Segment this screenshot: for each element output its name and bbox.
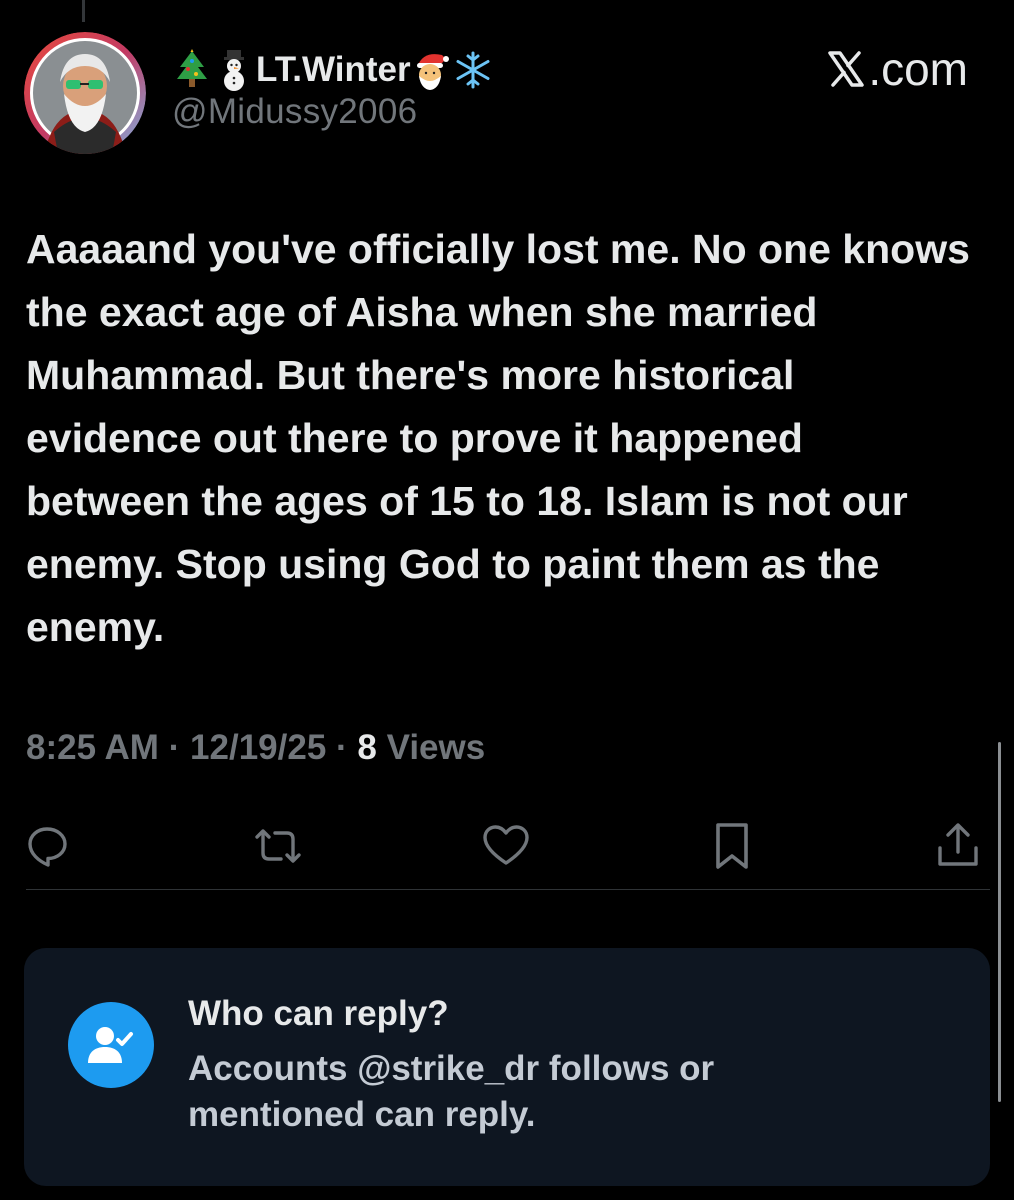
person-check-icon (68, 1002, 154, 1088)
reply-settings-description: Accounts @strike_dr follows or mentioned… (188, 1049, 715, 1134)
repost-arrows-icon (255, 829, 301, 863)
meta-separator: · (336, 728, 348, 767)
avatar[interactable] (24, 32, 146, 154)
brand-label: .com (868, 43, 968, 95)
like-button[interactable] (478, 818, 534, 874)
author-handle[interactable]: @Midussy2006 (172, 92, 417, 132)
scrollbar-thumb[interactable] (998, 742, 1001, 1102)
tweet-body-text: Aaaaand you've officially lost me. No on… (26, 226, 982, 650)
santa-claus-icon (411, 48, 451, 92)
bookmark-button[interactable] (704, 818, 760, 874)
repost-button[interactable] (250, 818, 306, 874)
snowman-icon (214, 48, 254, 92)
tweet-action-bar (0, 818, 1014, 874)
reply-button[interactable] (20, 818, 76, 874)
tweet-time[interactable]: 8:25 AM (26, 728, 159, 767)
x-logo-icon (828, 51, 865, 87)
heart-icon (483, 825, 529, 865)
tweet-date[interactable]: 12/19/25 (190, 728, 326, 767)
author-display-name[interactable]: LT.Winter (172, 42, 495, 98)
author-name-text: LT.Winter (256, 50, 411, 89)
reply-restriction-card: Who can reply? Accounts @strike_dr follo… (24, 948, 990, 1186)
share-button[interactable] (930, 818, 986, 874)
x-brand-watermark: .com (826, 42, 968, 96)
speech-bubble-icon (28, 827, 67, 867)
section-divider (26, 889, 990, 890)
christmas-tree-icon (172, 48, 212, 92)
thread-connector-line (82, 0, 85, 22)
views-count[interactable]: 8 (357, 728, 376, 767)
snowflake-icon (453, 48, 493, 92)
views-label[interactable]: Views (387, 728, 486, 767)
meta-separator: · (168, 728, 181, 767)
reply-settings-title: Who can reply? (188, 994, 449, 1033)
share-upload-icon (938, 823, 978, 866)
avatar-image (24, 32, 146, 154)
tweet-metadata: 8:25 AM · 12/19/25 · 8 Views (26, 728, 485, 768)
bookmark-icon (716, 823, 748, 869)
